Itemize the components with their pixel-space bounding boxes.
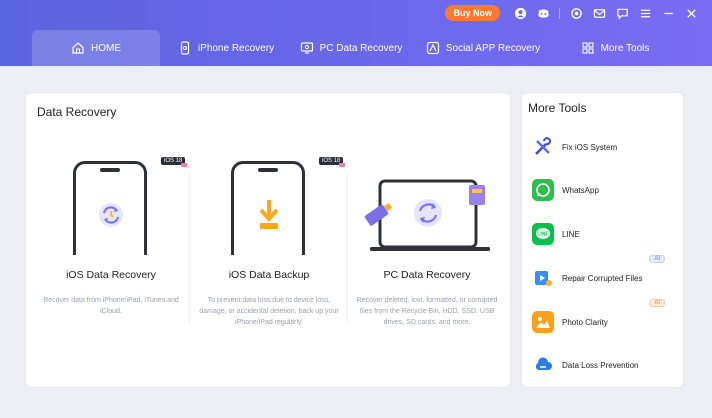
- tool-line[interactable]: LINE LINE: [532, 220, 677, 248]
- tab-label: iPhone Recovery: [197, 42, 275, 54]
- tab-iphone-recovery[interactable]: iPhone Recovery: [160, 30, 292, 66]
- card-title: PC Data Recovery: [383, 269, 471, 281]
- tool-data-loss-prevention[interactable]: Data Loss Prevention: [532, 351, 677, 379]
- line-icon: LINE: [532, 223, 554, 245]
- card-title: iOS Data Recovery: [66, 269, 156, 281]
- discord-icon[interactable]: [536, 6, 550, 20]
- tool-label: WhatsApp: [562, 185, 599, 195]
- tab-pc-data-recovery[interactable]: PC Data Recovery: [292, 30, 410, 66]
- home-icon: [72, 42, 84, 54]
- tool-photo-clarity[interactable]: Photo Clarity AI: [532, 299, 677, 336]
- tool-label: Photo Clarity: [562, 317, 608, 327]
- tab-label: More Tools: [600, 42, 650, 54]
- tool-repair-corrupted-files[interactable]: Repair Corrupted Files AI: [532, 255, 677, 292]
- tool-label: Fix iOS System: [562, 142, 618, 152]
- tool-label: Data Loss Prevention: [562, 360, 639, 370]
- header-bar: Buy Now HOME iPhone Recovery PC Data Rec…: [0, 0, 712, 66]
- mail-icon[interactable]: [592, 6, 606, 20]
- iphone-illustration: [231, 161, 305, 255]
- toolbar-divider: [559, 7, 560, 19]
- ios-data-backup-card[interactable]: iOS 18 iOS Data Backup To prevent data l…: [190, 149, 348, 329]
- app-window: Buy Now HOME iPhone Recovery PC Data Rec…: [0, 0, 712, 418]
- tab-label: Social APP Recovery: [445, 42, 541, 54]
- ios-version-badge: iOS 18: [319, 157, 346, 167]
- download-backup-icon: [259, 200, 279, 229]
- iphone-icon: [180, 41, 190, 55]
- tab-label: PC Data Recovery: [319, 42, 403, 54]
- card-description: To prevent data loss due to device loss,…: [199, 297, 339, 326]
- minimize-icon[interactable]: [661, 6, 675, 20]
- social-app-icon: [426, 41, 439, 55]
- tab-home[interactable]: HOME: [32, 30, 160, 66]
- wrench-icon: [532, 136, 554, 158]
- pc-icon: [300, 42, 313, 54]
- recovery-icon: [99, 203, 123, 227]
- tool-label: LINE: [562, 229, 580, 239]
- close-icon[interactable]: [684, 6, 698, 20]
- menu-icon[interactable]: [638, 6, 652, 20]
- whatsapp-icon: [532, 179, 554, 201]
- tool-fix-ios-system[interactable]: Fix iOS System: [532, 133, 677, 161]
- tab-more-tools[interactable]: More Tools: [556, 30, 674, 66]
- phone-notch: [100, 168, 120, 172]
- repair-files-icon: [532, 267, 554, 289]
- cloud-icon: [532, 354, 554, 376]
- pc-data-recovery-card[interactable]: PC Data Recovery Recover deleted, lost, …: [348, 149, 506, 329]
- tool-whatsapp[interactable]: WhatsApp: [532, 176, 677, 204]
- buy-now-button[interactable]: Buy Now: [445, 5, 500, 21]
- main-tabs: HOME iPhone Recovery PC Data Recovery So…: [32, 30, 674, 66]
- tool-label: Repair Corrupted Files: [562, 273, 643, 283]
- settings-icon[interactable]: [569, 6, 583, 20]
- avatar-icon[interactable]: [513, 6, 527, 20]
- svg-text:LINE: LINE: [537, 232, 549, 238]
- tab-label: HOME: [91, 42, 121, 54]
- card-description: Recover data from iPhone/iPad, iTunes an…: [43, 297, 179, 315]
- grid-icon: [582, 42, 594, 54]
- card-description: Recover deleted, lost, formatted, or cor…: [356, 297, 498, 326]
- ai-badge: AI: [649, 255, 665, 263]
- more-tools-title: More Tools: [528, 101, 587, 115]
- phone-notch: [258, 168, 278, 172]
- iphone-illustration: [73, 161, 147, 255]
- photo-clarity-icon: [532, 311, 554, 333]
- ios-version-badge: iOS 18: [161, 157, 188, 167]
- tab-social-app-recovery[interactable]: Social APP Recovery: [410, 30, 556, 66]
- ai-badge: AI: [649, 299, 665, 307]
- card-title: iOS Data Backup: [228, 269, 310, 281]
- feedback-icon[interactable]: [615, 6, 629, 20]
- ios-data-recovery-card[interactable]: iOS 18 iOS Data Recovery Recover data fr…: [32, 149, 190, 329]
- data-recovery-title: Data Recovery: [37, 105, 117, 119]
- title-bar-controls: Buy Now: [445, 4, 698, 22]
- data-recovery-panel: Data Recovery iOS 18 iOS Data Recovery R…: [26, 93, 510, 387]
- laptop-illustration: [364, 179, 490, 251]
- more-tools-panel: More Tools Fix iOS System WhatsApp LINE …: [522, 93, 683, 387]
